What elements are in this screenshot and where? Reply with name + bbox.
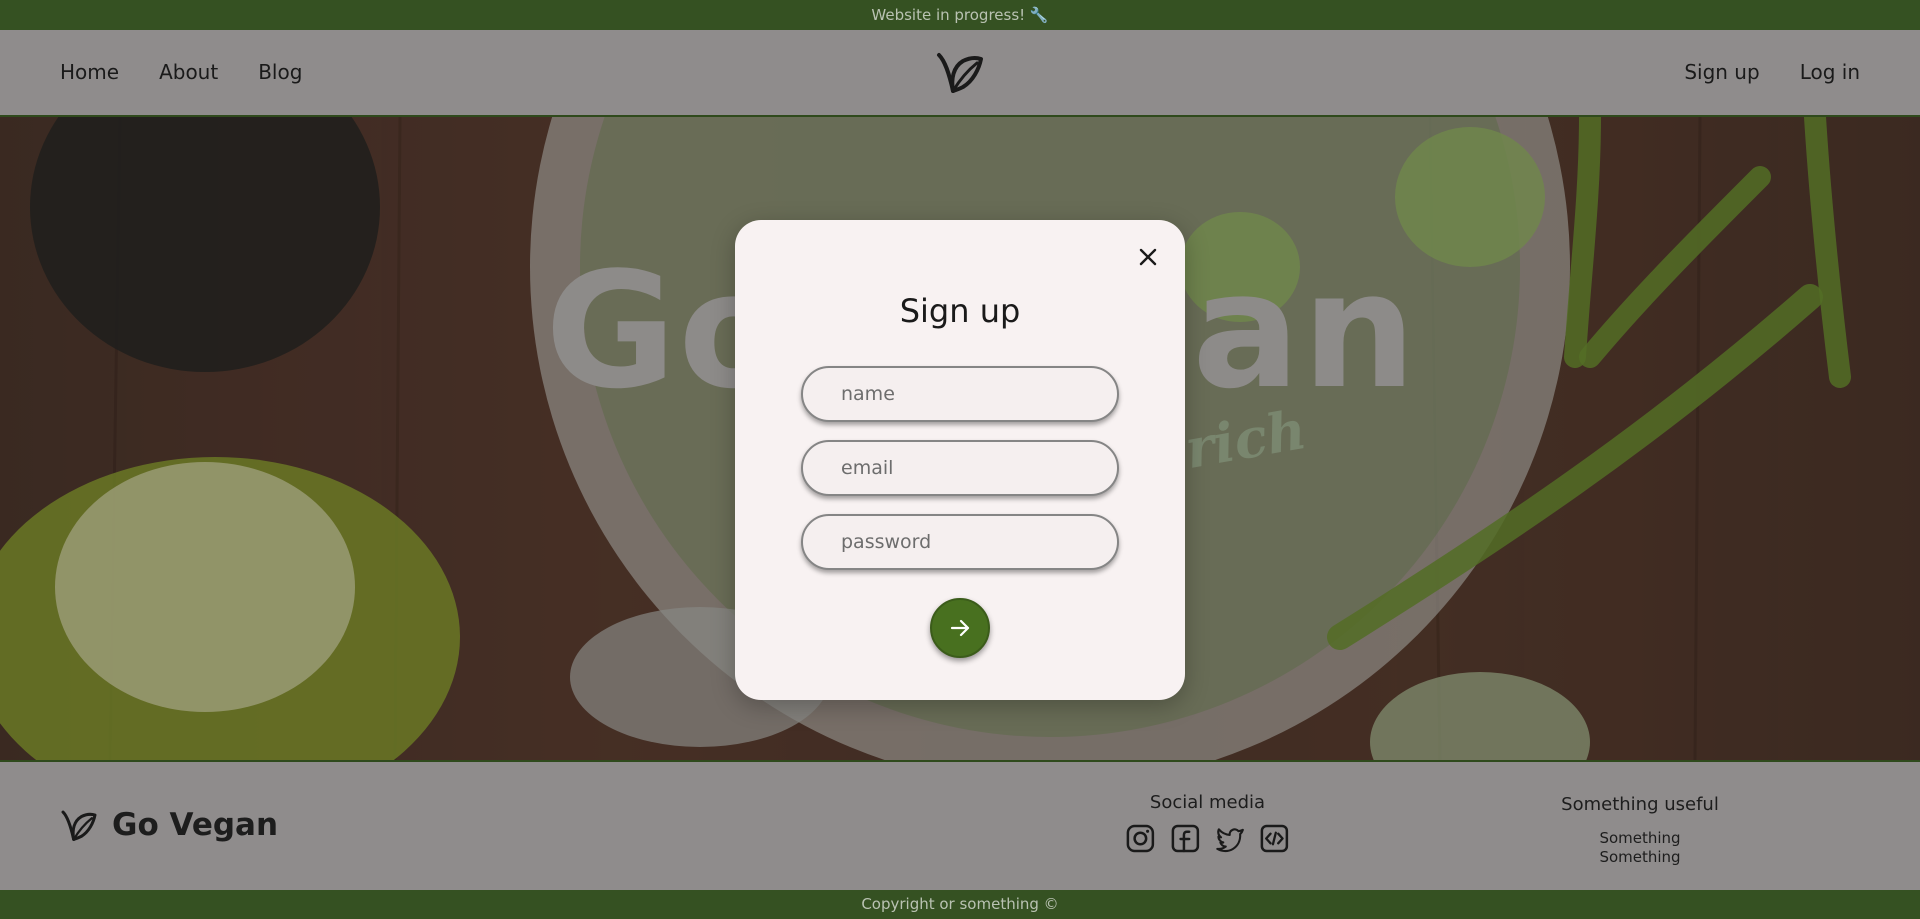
nav-blog-link[interactable]: Blog xyxy=(258,60,302,84)
facebook-icon[interactable] xyxy=(1170,823,1201,854)
email-field[interactable] xyxy=(801,440,1119,496)
top-banner: Website in progress! 🔧 xyxy=(0,0,1920,30)
nav-signup-link[interactable]: Sign up xyxy=(1684,60,1759,84)
site-header: Home About Blog Sign up Log in xyxy=(0,30,1920,117)
social-media-title: Social media xyxy=(1149,792,1266,813)
banner-text: Website in progress! 🔧 xyxy=(871,6,1049,24)
copyright-text: Copyright or something © xyxy=(861,895,1059,913)
twitter-icon[interactable] xyxy=(1215,823,1246,854)
instagram-icon[interactable] xyxy=(1125,823,1156,854)
submit-button[interactable] xyxy=(930,598,990,658)
copyright-bar: Copyright or something © xyxy=(0,890,1920,919)
signup-modal: Sign up xyxy=(735,220,1185,700)
useful-link[interactable]: Something xyxy=(1555,829,1725,848)
nav-about-link[interactable]: About xyxy=(159,60,218,84)
site-footer: Go Vegan Social media Something useful S… xyxy=(0,760,1920,890)
name-field[interactable] xyxy=(801,366,1119,422)
leaf-logo-icon xyxy=(61,810,97,841)
useful-link[interactable]: Something xyxy=(1555,848,1725,867)
social-media-section: Social media xyxy=(1125,792,1290,854)
nav-login-link[interactable]: Log in xyxy=(1800,60,1860,84)
useful-links-section: Something useful Something Something xyxy=(1555,794,1725,867)
main-nav: Home About Blog xyxy=(60,60,302,84)
social-icons xyxy=(1125,823,1290,854)
footer-brand-name: Go Vegan xyxy=(112,807,279,843)
account-nav: Sign up Log in xyxy=(1684,60,1860,84)
nav-home-link[interactable]: Home xyxy=(60,60,119,84)
arrow-right-icon xyxy=(950,619,970,637)
leaf-logo-icon[interactable] xyxy=(935,47,985,97)
close-icon[interactable] xyxy=(1133,242,1163,272)
code-icon[interactable] xyxy=(1259,823,1290,854)
useful-links-title: Something useful xyxy=(1561,794,1719,815)
password-field[interactable] xyxy=(801,514,1119,570)
modal-title: Sign up xyxy=(899,292,1021,330)
footer-brand[interactable]: Go Vegan xyxy=(60,806,278,844)
